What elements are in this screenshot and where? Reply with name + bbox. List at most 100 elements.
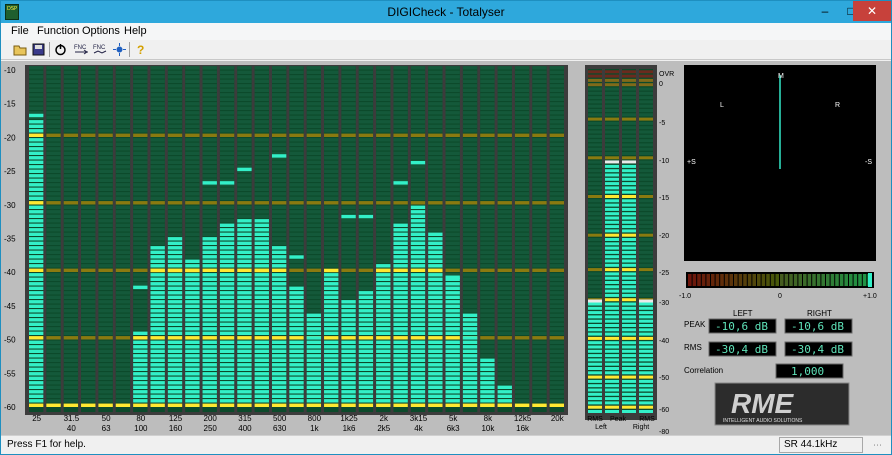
spectrum-peak-hold xyxy=(410,160,426,165)
level-meter-scale-label: -50 xyxy=(659,375,669,382)
spectrum-band-bar xyxy=(185,66,200,412)
spectrum-peak-hold xyxy=(150,268,165,273)
spectrum-y-tick-label: -60 xyxy=(4,403,16,412)
rms-left-value: -30,4 dB xyxy=(715,343,768,356)
open-icon[interactable] xyxy=(12,41,29,58)
correlation-label: Correlation xyxy=(684,366,723,375)
correlation-min-label: -1.0 xyxy=(679,293,691,300)
spectrum-band-label: 630 xyxy=(273,424,287,433)
level-meter-channel xyxy=(622,69,636,413)
spectrum-y-tick-label: -55 xyxy=(4,369,16,378)
level-meter-scale-label: -40 xyxy=(659,338,669,345)
spectrum-band-bar xyxy=(462,66,478,412)
window-title: DIGICheck - Totalyser xyxy=(387,5,505,19)
vectorscope-plus-s-label: +S xyxy=(687,159,696,166)
spectrum-peak-hold xyxy=(254,268,269,273)
app-window: DSP DIGICheck - Totalyser – □ ✕ File Fun… xyxy=(0,0,892,455)
spectrum-band-label: 100 xyxy=(134,424,148,433)
spectrum-band-label: 80 xyxy=(136,414,145,423)
status-bar: Press F1 for help. SR 44.1kHz ⋯ xyxy=(1,435,891,454)
spectrum-y-tick-label: -20 xyxy=(4,133,16,142)
save-icon[interactable] xyxy=(30,41,47,58)
peak-right-value: -10,6 dB xyxy=(791,320,844,333)
spectrum-y-tick-label: -35 xyxy=(4,235,16,244)
spectrum-band-label: 800 xyxy=(308,414,322,423)
level-meter-scale-label: -10 xyxy=(659,158,669,165)
vectorscope-minus-s-label: -S xyxy=(865,159,872,166)
menu-options[interactable]: Options xyxy=(82,25,120,37)
menu-function[interactable]: Function xyxy=(37,25,79,37)
sample-rate-display: SR 44.1kHz xyxy=(779,437,863,453)
correlation-meter xyxy=(686,272,874,288)
level-meter-channel xyxy=(588,69,602,413)
spectrum-y-tick-label: -40 xyxy=(4,268,16,277)
spectrum-band-bar xyxy=(219,66,235,412)
spectrum-y-tick-label: -45 xyxy=(4,302,16,311)
toolbar: FNC FNC ? xyxy=(1,40,891,60)
spectrum-band-label: 25 xyxy=(32,414,41,423)
correlation-max-label: +1.0 xyxy=(863,293,877,300)
spectrum-band-bar xyxy=(532,66,547,412)
spectrum-band-label: 125 xyxy=(169,414,183,423)
spectrum-peak-hold xyxy=(271,154,287,158)
spectrum-band-label: 16k xyxy=(516,424,530,433)
minimize-button[interactable]: – xyxy=(811,1,839,21)
svg-text:FNC: FNC xyxy=(93,45,106,51)
spectrum-band-bar xyxy=(150,66,165,412)
spectrum-y-tick-label: -15 xyxy=(4,100,16,109)
spectrum-peak-hold xyxy=(341,214,356,219)
spectrum-band-label: 1k6 xyxy=(343,424,356,433)
spectrum-band-bar xyxy=(254,66,269,412)
close-button[interactable]: ✕ xyxy=(853,1,891,21)
level-meter-label: Peak xyxy=(610,416,626,423)
spectrum-peak-hold xyxy=(133,285,148,290)
vectorscope-m-label: M xyxy=(778,73,784,80)
spectrum-peak-hold xyxy=(514,403,530,407)
resize-grip-icon[interactable]: ⋯ xyxy=(873,440,885,452)
status-help-text: Press F1 for help. xyxy=(7,439,86,450)
help-icon[interactable]: ? xyxy=(132,41,149,58)
spectrum-band-label: 3k15 xyxy=(410,414,428,423)
spectrum-band-bar xyxy=(445,66,460,412)
title-bar[interactable]: DSP DIGICheck - Totalyser – □ ✕ xyxy=(1,1,891,23)
spectrum-band-label: 50 xyxy=(102,414,111,423)
menu-file[interactable]: File xyxy=(11,25,29,37)
menu-bar: File Function Options Help xyxy=(1,23,891,40)
level-meter-scale-label: -5 xyxy=(659,120,665,127)
spectrum-band-bar xyxy=(237,66,252,412)
menu-help[interactable]: Help xyxy=(124,25,147,37)
spectrum-peak-hold xyxy=(167,268,183,273)
correlation-value: 1,000 xyxy=(791,365,824,378)
right-header: RIGHT xyxy=(807,309,832,318)
level-meter-peak-hold xyxy=(605,160,619,164)
reset-icon[interactable] xyxy=(111,41,128,58)
rme-logo: RME INTELLIGENT AUDIO SOLUTIONS xyxy=(714,382,850,426)
spectrum-y-tick-label: -10 xyxy=(4,66,16,75)
spectrum-band-bar xyxy=(271,66,287,412)
spectrum-band-label: 2k xyxy=(380,414,389,423)
spectrum-band-label: 400 xyxy=(238,424,252,433)
spectrum-peak-hold xyxy=(202,181,217,185)
level-meter-scale-label: -25 xyxy=(659,270,669,277)
spectrum-peak-hold xyxy=(376,268,391,273)
spectrum-peak-hold xyxy=(237,167,252,172)
spectrum-band-bar xyxy=(410,66,426,412)
spectrum-band-label: 8k xyxy=(484,414,493,423)
spectrum-peak-hold xyxy=(428,268,443,273)
level-meter-label: RMS xyxy=(639,416,655,423)
fnc-icon[interactable]: FNC xyxy=(73,41,90,58)
spectrum-band-bar xyxy=(202,66,217,412)
spectrum-peak-hold xyxy=(98,403,113,407)
spectrum-band-label: 500 xyxy=(273,414,287,423)
spectrum-band-bar xyxy=(514,66,530,412)
spectrum-peak-hold xyxy=(219,181,235,185)
spectrum-band-label: 1k xyxy=(310,424,319,433)
spectrum-band-bar xyxy=(341,66,356,412)
power-icon[interactable] xyxy=(52,41,69,58)
spectrum-peak-hold xyxy=(480,403,495,407)
spectrum-band-bar xyxy=(167,66,183,412)
spectrum-band-bar xyxy=(549,66,564,412)
fnc-alt-icon[interactable]: FNC xyxy=(92,41,109,58)
level-meter-label: RMS xyxy=(587,416,603,423)
spectrum-band-label: 1k25 xyxy=(340,414,358,423)
